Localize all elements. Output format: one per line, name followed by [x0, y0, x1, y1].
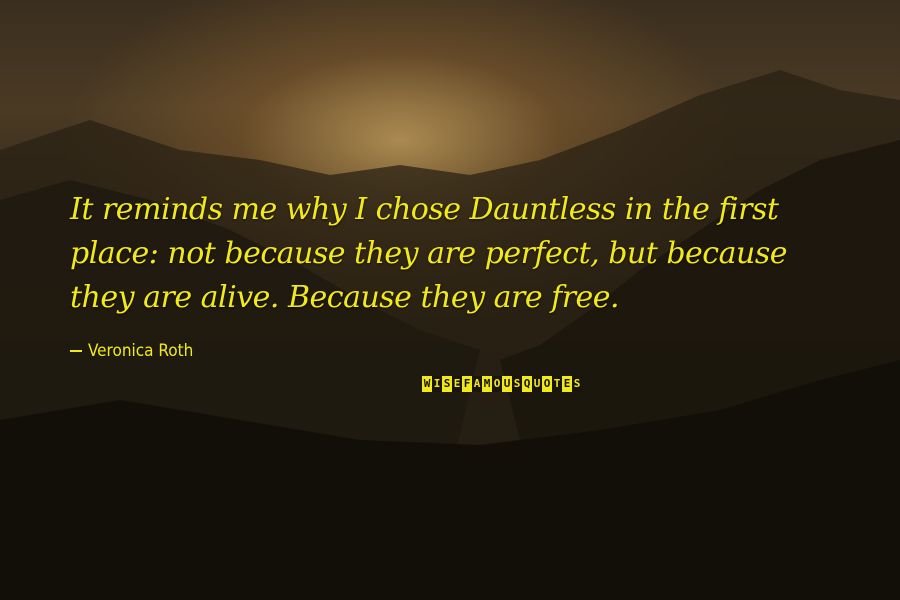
logo-letter: O [542, 376, 552, 392]
quote-author: Veronica Roth [70, 341, 193, 361]
logo-letter: S [512, 376, 522, 392]
wisefamousquotes-logo: WISEFAMOUSQUOTES [422, 376, 622, 392]
logo-letter: E [562, 376, 572, 392]
logo-letter: U [532, 376, 542, 392]
logo-letter: S [572, 376, 582, 392]
author-dash [70, 350, 82, 352]
logo-letter: W [422, 376, 432, 392]
logo-letter: Q [522, 376, 532, 392]
logo-letter: E [452, 376, 462, 392]
logo-letter: M [482, 376, 492, 392]
logo-letter: U [502, 376, 512, 392]
logo-letter: T [552, 376, 562, 392]
quote-image: It reminds me why I chose Dauntless in t… [0, 0, 900, 600]
quote-text: It reminds me why I chose Dauntless in t… [70, 192, 787, 315]
logo-letter: F [462, 376, 472, 392]
logo-letter: A [472, 376, 482, 392]
logo-letter: I [432, 376, 442, 392]
author-name: Veronica Roth [88, 341, 194, 361]
logo-letter: O [492, 376, 502, 392]
logo-letter: S [442, 376, 452, 392]
